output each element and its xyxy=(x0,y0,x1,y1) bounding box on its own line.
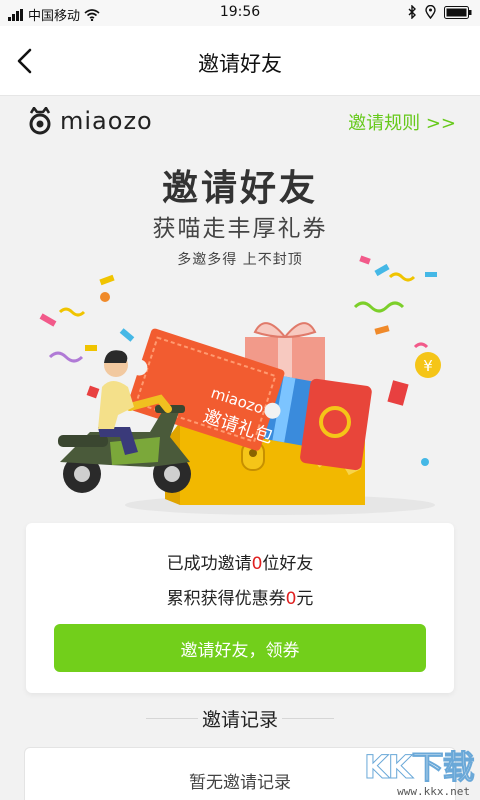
invite-stats-card: 已成功邀请0位好友 累积获得优惠券0元 邀请好友，领券 xyxy=(26,523,454,693)
invited-suffix: 位好友 xyxy=(262,554,314,574)
invite-friends-button[interactable]: 邀请好友，领券 xyxy=(54,624,426,672)
location-icon xyxy=(425,5,436,19)
hero-tagline: 多邀多得 上不封顶 xyxy=(177,252,303,268)
brand-name: miaozo xyxy=(60,107,153,135)
svg-text:¥: ¥ xyxy=(423,357,433,375)
yuan-coin-icon: ¥ xyxy=(415,352,441,378)
coupon-prefix: 累积获得优惠券 xyxy=(166,589,286,609)
status-bar: 中国移动 19:56 xyxy=(0,0,480,26)
records-heading: 邀请记录 xyxy=(201,709,278,731)
nav-bar: 邀请好友 xyxy=(0,26,480,96)
coupon-amount: 0 xyxy=(285,589,297,609)
invited-count: 0 xyxy=(251,554,263,574)
brand-logo: miaozo xyxy=(28,107,153,135)
coupon-suffix: 元 xyxy=(296,589,314,609)
hero-subtitle: 获喵走丰厚礼券 xyxy=(152,216,328,242)
invite-page: miaozo 邀请规则 >> ¥ miaozo 邀请礼包 邀请好友 获喵走丰厚礼… xyxy=(0,97,480,800)
bluetooth-icon xyxy=(408,5,416,19)
watermark-logo: KK下载 www.kkx.net xyxy=(354,740,476,799)
records-divider-right xyxy=(282,718,334,719)
battery-icon xyxy=(444,5,472,19)
page-title: 邀请好友 xyxy=(198,52,282,76)
status-right xyxy=(407,5,472,19)
hero-title: 邀请好友 xyxy=(161,168,318,209)
invite-rules-link[interactable]: 邀请规则 >> xyxy=(348,109,456,135)
watermark-text: KK下载 xyxy=(364,748,476,787)
invited-prefix: 已成功邀请 xyxy=(166,554,252,574)
cat-logo-icon xyxy=(29,107,51,135)
coupon-total-stat: 累积获得优惠券0元 xyxy=(26,584,454,609)
invited-friends-stat: 已成功邀请0位好友 xyxy=(26,549,454,574)
gift-illustration: ¥ miaozo 邀请礼包 xyxy=(39,255,441,515)
watermark-url: www.kkx.net xyxy=(397,785,470,798)
